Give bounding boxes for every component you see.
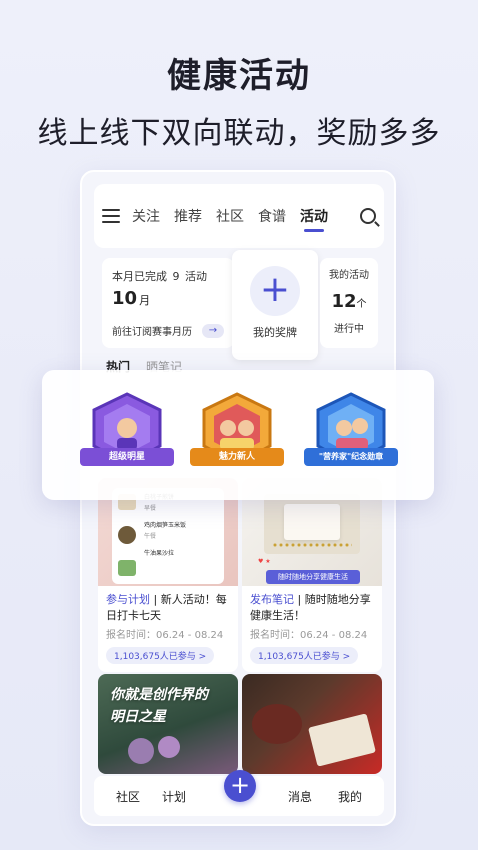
tab-recipes[interactable]: 食谱 (258, 206, 286, 226)
post-date: 报名时间：06.24 - 08.24 (106, 630, 224, 641)
photo-card[interactable] (242, 674, 382, 774)
my-activities-count: 12 (331, 291, 357, 312)
tab-activities[interactable]: 活动 (300, 206, 328, 232)
calendar-link-label: 前往订阅赛事月历 (112, 327, 192, 338)
month-unit: 月 (139, 294, 151, 307)
tab-community[interactable]: 社区 (216, 206, 244, 226)
post-card-plan[interactable]: 白桃子煎饼 早餐 鸡肉烟笋玉米饭 午餐 牛油果沙拉 参与计划 | 新人活动！每日… (98, 478, 238, 672)
my-activities-title: 我的活动 (329, 270, 369, 281)
plan-item: 牛油果沙拉 (144, 550, 175, 557)
completed-count: 9 (172, 270, 180, 283)
medal-charming-newcomer[interactable]: 魅力新人 (190, 390, 284, 480)
post-tag: 发布笔记 (250, 593, 294, 606)
medal-superstar-icon (92, 392, 162, 466)
notes-caption: 随时随地分享健康生活 (266, 570, 360, 584)
my-activities-card[interactable]: 我的活动 12个 进行中 (320, 258, 378, 348)
bottom-nav-plan[interactable]: 计划 (162, 788, 186, 805)
post-date: 报名时间：06.24 - 08.24 (250, 630, 368, 641)
top-nav: 关注 推荐 社区 食谱 活动 (94, 184, 384, 248)
medal-label: "营养家"纪念勋章 (304, 448, 398, 466)
plan-preview: 白桃子煎饼 早餐 鸡肉烟笋玉米饭 午餐 牛油果沙拉 (112, 488, 224, 584)
medal-nutritionist-icon (316, 392, 386, 466)
tab-follow[interactable]: 关注 (132, 206, 160, 226)
bottom-nav-community[interactable]: 社区 (116, 788, 140, 805)
food-photo (264, 494, 360, 554)
monthly-stats-card: 本月已完成 9 活动 10 月 前往订阅赛事月历 → (102, 258, 234, 348)
my-medals-label: 我的奖牌 (253, 326, 297, 339)
create-post-button[interactable]: + (224, 770, 256, 802)
completed-unit: 活动 (185, 270, 207, 283)
bottom-nav-messages[interactable]: 消息 (288, 788, 312, 805)
my-medals-button[interactable]: + 我的奖牌 (232, 250, 318, 360)
menu-icon[interactable] (102, 209, 120, 223)
medal-superstar[interactable]: 超级明星 (80, 390, 174, 480)
headline: 健康活动 (167, 56, 311, 96)
my-activities-status: 进行中 (334, 324, 364, 335)
medal-label: 魅力新人 (190, 448, 284, 466)
arrow-right-icon: → (202, 323, 224, 338)
bottom-nav-mine[interactable]: 我的 (338, 788, 362, 805)
photo-caption-line: 你就是创作界的 (110, 687, 208, 703)
tab-recommend[interactable]: 推荐 (174, 206, 202, 226)
post-tag: 参与计划 (106, 593, 150, 606)
joined-count-pill[interactable]: 1,103,675人已参与 > (106, 647, 215, 664)
medal-label: 超级明星 (80, 448, 174, 466)
plus-icon: + (250, 266, 300, 316)
completed-label: 本月已完成 (112, 270, 167, 283)
photo-card[interactable]: 你就是创作界的 明日之星 (98, 674, 238, 774)
joined-count-pill[interactable]: 1,103,675人已参与 > (250, 647, 359, 664)
medals-showcase: 超级明星 魅力新人 "营养家"纪念勋章 (42, 370, 434, 500)
my-activities-unit: 个 (356, 299, 367, 310)
photo-caption-line: 明日之星 (110, 709, 166, 725)
month-value: 10 (112, 288, 138, 309)
post-card-notes[interactable]: ♥ ★ 随时随地分享健康生活 发布笔记 | 随时随地分享健康生活！ 报名时间：0… (242, 478, 382, 672)
medal-newcomer-icon (202, 392, 272, 466)
calendar-link[interactable]: 前往订阅赛事月历 → (112, 323, 224, 338)
medal-nutritionist[interactable]: "营养家"纪念勋章 (304, 390, 398, 480)
search-icon[interactable] (360, 208, 376, 224)
subheadline: 线上线下双向联动，奖励多多 (37, 116, 441, 151)
heart-icon: ♥ ★ (258, 558, 271, 565)
